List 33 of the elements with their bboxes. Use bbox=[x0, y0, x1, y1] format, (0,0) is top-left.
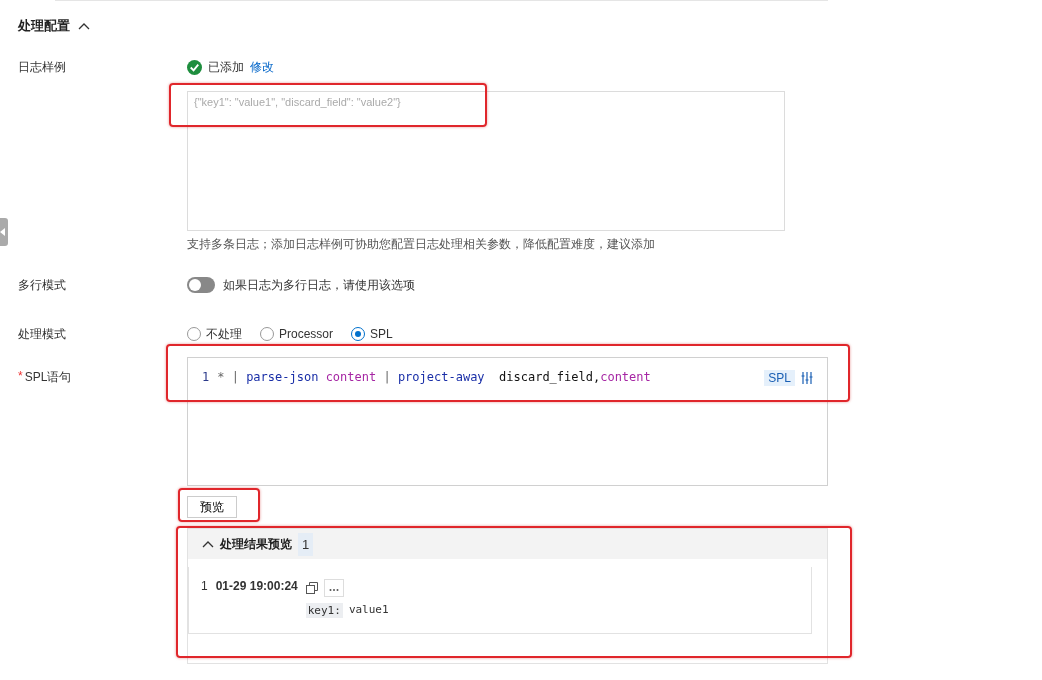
row-index: 1 bbox=[201, 579, 208, 595]
edit-link[interactable]: 修改 bbox=[250, 58, 274, 76]
field-label: SPL语句 bbox=[24, 369, 72, 386]
radio-option[interactable]: 不处理 bbox=[187, 325, 242, 343]
chevron-icon[interactable] bbox=[202, 540, 214, 548]
field-label: 处理模式 bbox=[18, 326, 66, 343]
spl-editor[interactable]: 1 * | parse-json content | project-away discard_field,content SPL bbox=[187, 357, 828, 486]
language-badge: SPL bbox=[764, 370, 795, 386]
more-button[interactable] bbox=[323, 579, 344, 597]
required-mark: * bbox=[18, 369, 23, 385]
field-label: 多行模式 bbox=[18, 277, 66, 294]
collapse-handle[interactable] bbox=[0, 218, 8, 246]
chevron-icon[interactable] bbox=[78, 22, 90, 30]
toggle-switch[interactable] bbox=[187, 277, 215, 293]
check-circle-icon bbox=[187, 59, 202, 75]
toggle-hint: 如果日志为多行日志，请使用该选项 bbox=[223, 276, 415, 294]
radio-option[interactable]: SPL bbox=[351, 327, 393, 341]
radio-option[interactable]: Processor bbox=[260, 327, 334, 341]
field-label: 日志样例 bbox=[18, 59, 66, 76]
ellipsis-icon bbox=[328, 588, 339, 592]
status-text: 已添加 bbox=[208, 58, 244, 76]
field-value: value1 bbox=[348, 603, 389, 618]
section-title: 处理配置 bbox=[18, 17, 70, 35]
panel-title: 处理结果预览 bbox=[220, 535, 292, 553]
code-line: * | parse-json content | project-away discard_field,content bbox=[217, 370, 651, 384]
timestamp: 01-29 19:00:24 bbox=[215, 579, 298, 595]
sliders-icon[interactable] bbox=[801, 372, 813, 384]
copy-icon[interactable] bbox=[305, 582, 318, 594]
preview-button[interactable]: 预览 bbox=[187, 496, 237, 518]
field-key: key1: bbox=[305, 603, 343, 618]
help-text: 支持多条日志；添加日志样例可协助您配置日志处理相关参数，降低配置难度，建议添加 bbox=[187, 236, 656, 253]
line-number: 1 bbox=[202, 370, 210, 384]
result-count: 1 bbox=[298, 532, 314, 556]
